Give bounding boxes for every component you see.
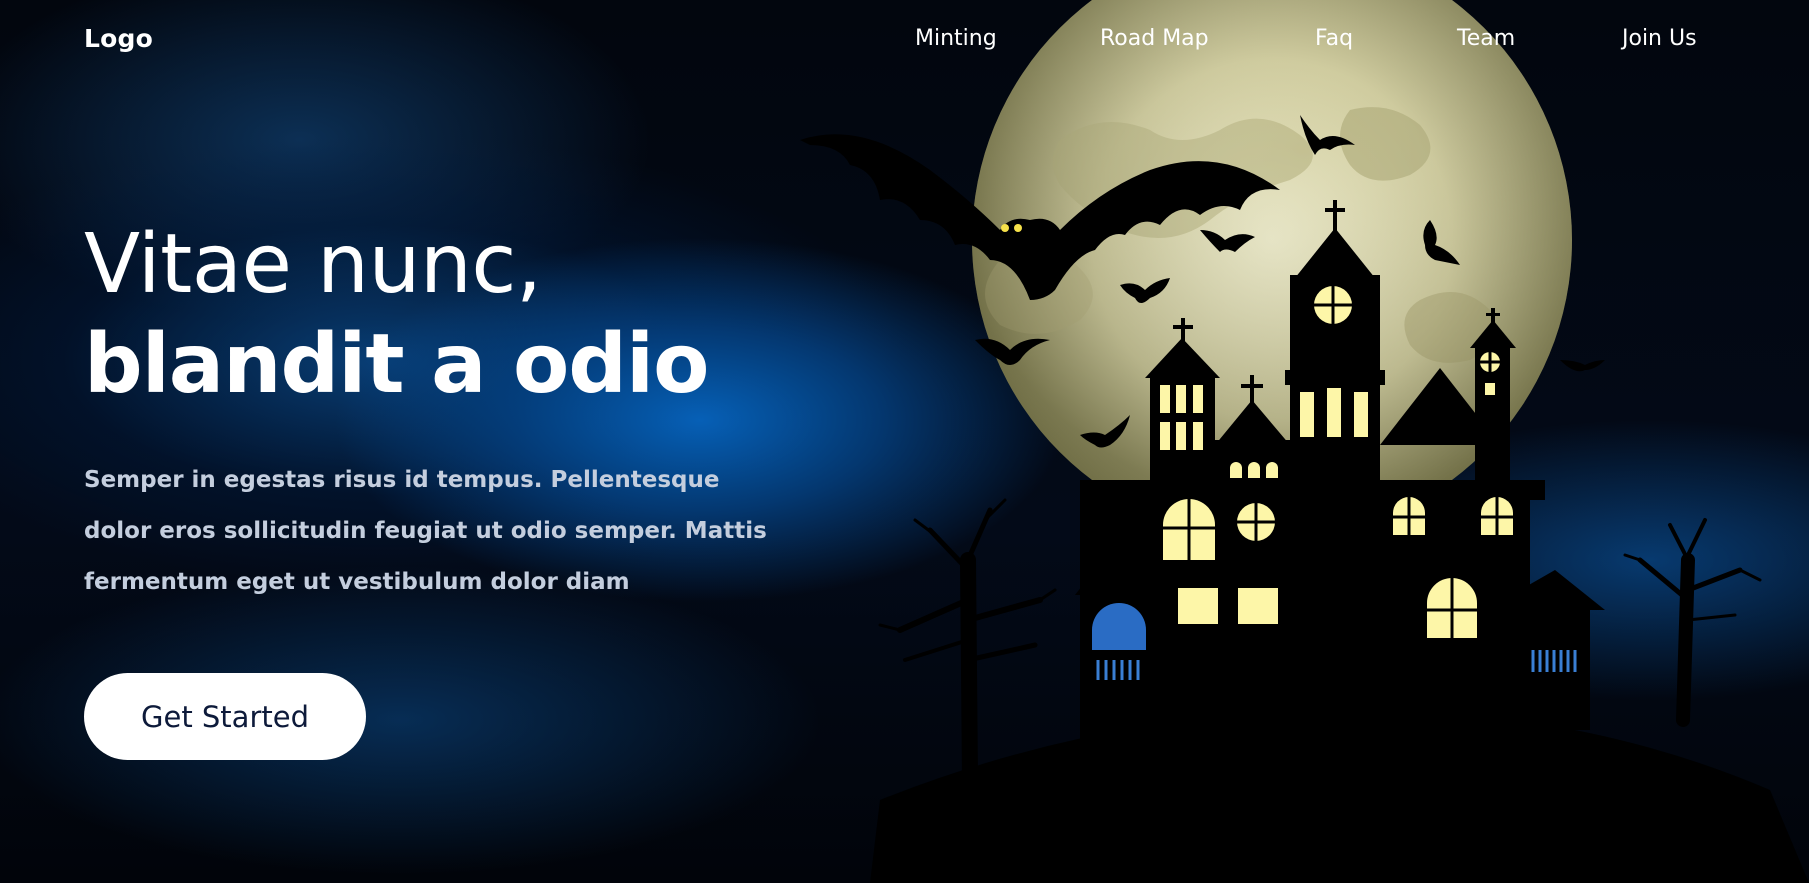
nav-links: Minting Road Map Faq Team Join Us — [0, 26, 1809, 56]
headline-line-1: Vitae nunc, — [84, 217, 542, 312]
small-bats — [975, 115, 1605, 448]
nav-link-team[interactable]: Team — [1457, 26, 1515, 51]
house-windows — [1160, 286, 1513, 638]
nav-link-road-map[interactable]: Road Map — [1100, 26, 1209, 51]
right-tree — [1623, 518, 1762, 727]
get-started-button[interactable]: Get Started — [84, 673, 366, 760]
hill — [870, 709, 1809, 883]
large-bat-icon — [800, 134, 1280, 300]
nav-link-join-us[interactable]: Join Us — [1622, 26, 1697, 51]
hero-section: Vitae nunc, blandit a odio Semper in ege… — [84, 215, 804, 631]
porch — [1092, 603, 1577, 680]
hero-subtitle: Semper in egestas risus id tempus. Pelle… — [84, 467, 767, 595]
nav-link-faq[interactable]: Faq — [1315, 26, 1353, 51]
left-tree — [878, 498, 1057, 788]
window-frames — [1163, 286, 1513, 638]
top-nav: Logo Minting Road Map Faq Team Join Us — [0, 0, 1809, 82]
headline-line-2: blandit a odio — [84, 317, 709, 412]
haunted-house — [1075, 200, 1605, 740]
nav-link-minting[interactable]: Minting — [915, 26, 997, 51]
hero-page: Logo Minting Road Map Faq Team Join Us V… — [0, 0, 1809, 883]
hero-headline: Vitae nunc, blandit a odio — [84, 215, 804, 415]
